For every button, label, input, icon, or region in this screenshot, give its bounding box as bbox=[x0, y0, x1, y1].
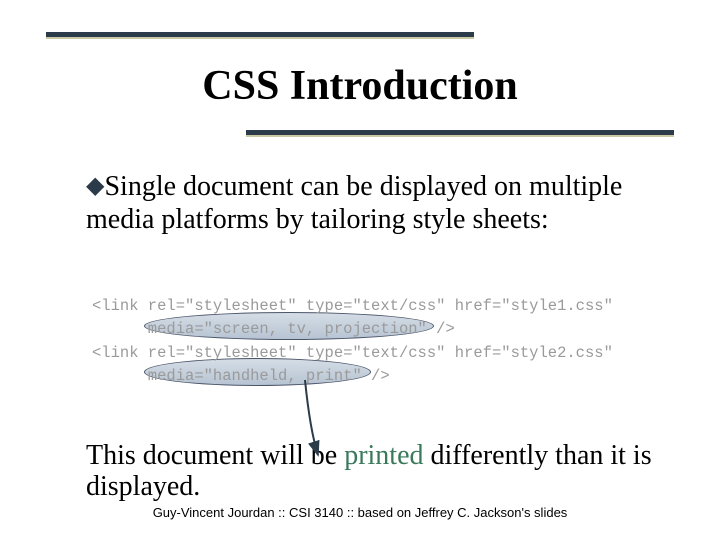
top-divider bbox=[46, 32, 474, 37]
code-line-1: <link rel="stylesheet" type="text/css" h… bbox=[92, 295, 652, 318]
diamond-bullet-icon: ◆ bbox=[86, 172, 104, 199]
slide-title: CSS Introduction bbox=[0, 62, 720, 110]
bullet-text: Single document can be displayed on mult… bbox=[86, 171, 622, 235]
slide: CSS Introduction ◆Single document can be… bbox=[0, 0, 720, 540]
body-text: ◆Single document can be displayed on mul… bbox=[86, 170, 646, 236]
footer-text: Guy-Vincent Jourdan :: CSI 3140 :: based… bbox=[0, 505, 720, 520]
mid-divider bbox=[246, 130, 674, 135]
bullet-line: ◆Single document can be displayed on mul… bbox=[86, 170, 646, 236]
arrow-icon bbox=[300, 360, 420, 480]
code-line-2: media="screen, tv, projection" /> bbox=[92, 318, 652, 341]
